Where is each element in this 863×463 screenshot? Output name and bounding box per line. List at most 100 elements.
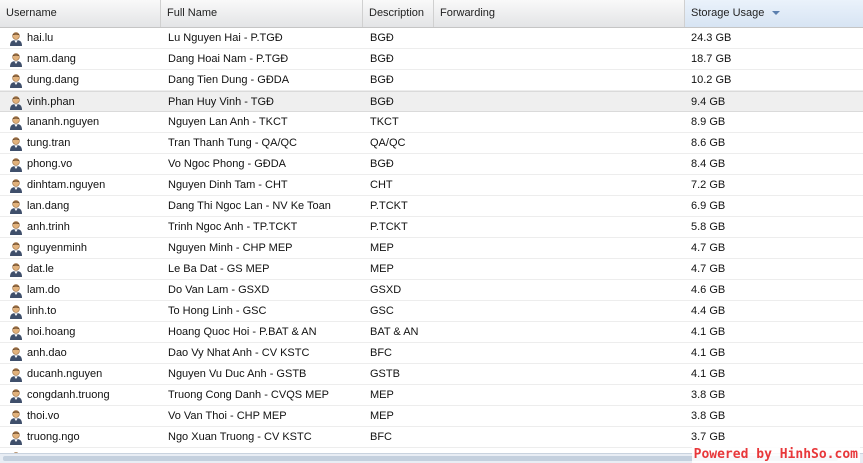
table-row[interactable]: vinh.phan Phan Huy Vinh - TGĐ BGĐ 9.4 GB: [0, 91, 863, 112]
column-header-username[interactable]: Username: [0, 0, 161, 27]
cell-username: nguyenminh: [27, 242, 87, 254]
user-account-icon: [9, 95, 23, 110]
user-account-icon: [9, 31, 23, 46]
cell-storage: 4.1 GB: [691, 326, 726, 338]
cell-description: P.TCKT: [370, 200, 408, 212]
table-row[interactable]: tung.tran Tran Thanh Tung - QA/QC QA/QC 8.6…: [0, 133, 863, 154]
cell-storage: 4.1 GB: [691, 347, 726, 359]
table-row[interactable]: thoi.vo Vo Van Thoi - CHP MEP MEP 3.8 GB: [0, 406, 863, 427]
table-row[interactable]: hoi.hoang Hoang Quoc Hoi - P.BAT & AN BAT …: [0, 322, 863, 343]
sort-descending-icon[interactable]: [772, 11, 781, 16]
cell-storage: 3.8 GB: [691, 410, 726, 422]
column-header-full-name-label: Full Name: [167, 7, 218, 19]
grid-header: Username Full Name Description Forwardin…: [0, 0, 863, 28]
table-row[interactable]: phong.vo Vo Ngoc Phong - GĐDA BGĐ 8.4 GB: [0, 154, 863, 175]
user-account-icon: [9, 115, 23, 130]
table-row[interactable]: anh.trinh Trinh Ngoc Anh - TP.TCKT P.TCKT 5…: [0, 217, 863, 238]
cell-storage: 3.8 GB: [691, 389, 726, 401]
cell-username: dinhtam.nguyen: [27, 179, 106, 191]
user-account-icon: [9, 241, 23, 256]
cell-username: lan.dang: [27, 200, 70, 212]
cell-username: tung.tran: [27, 137, 71, 149]
cell-description: MEP: [370, 410, 394, 422]
cell-storage: 8.4 GB: [691, 158, 726, 170]
cell-full-name: Nguyen Lan Anh - TKCT: [168, 116, 288, 128]
table-row[interactable]: lananh.nguyen Nguyen Lan Anh - TKCT TKCT 8.…: [0, 112, 863, 133]
cell-full-name: Dang Tien Dung - GĐDA: [168, 74, 290, 86]
table-row[interactable]: linh.to To Hong Linh - GSC GSC 4.4 GB: [0, 301, 863, 322]
user-account-icon: [9, 157, 23, 172]
column-header-forwarding[interactable]: Forwarding: [434, 0, 685, 27]
column-header-storage-usage-label: Storage Usage: [691, 7, 765, 19]
cell-storage: 4.4 GB: [691, 305, 726, 317]
cell-full-name: Ngo Xuan Truong - CV KSTC: [168, 431, 312, 443]
user-account-icon: [9, 325, 23, 340]
cell-full-name: Le Ba Dat - GS MEP: [168, 263, 270, 275]
table-row[interactable]: anh.dao Dao Vy Nhat Anh - CV KSTC BFC 4.1 G…: [0, 343, 863, 364]
cell-full-name: To Hong Linh - GSC: [168, 305, 267, 317]
column-header-storage-usage[interactable]: Storage Usage: [685, 0, 863, 27]
cell-full-name: Do Van Lam - GSXD: [168, 284, 270, 296]
table-row[interactable]: truong.ngo Ngo Xuan Truong - CV KSTC BFC 3.…: [0, 427, 863, 448]
user-account-icon: [9, 178, 23, 193]
user-account-icon: [9, 283, 23, 298]
cell-username: thoi.vo: [27, 410, 60, 422]
cell-description: P.TCKT: [370, 221, 408, 233]
cell-username: hai.lu: [27, 32, 54, 44]
cell-username: hoi.hoang: [27, 326, 76, 338]
table-row[interactable]: lam.do Do Van Lam - GSXD GSXD 4.6 GB: [0, 280, 863, 301]
cell-storage: 8.6 GB: [691, 137, 726, 149]
cell-username: linh.to: [27, 305, 57, 317]
cell-storage: 4.7 GB: [691, 263, 726, 275]
cell-storage: 3.7 GB: [691, 431, 726, 443]
cell-description: BFC: [370, 347, 392, 359]
cell-full-name: Truong Cong Danh - CVQS MEP: [168, 389, 329, 401]
cell-username: truong.ngo: [27, 431, 80, 443]
cell-full-name: Vo Van Thoi - CHP MEP: [168, 410, 287, 422]
column-header-full-name[interactable]: Full Name: [161, 0, 363, 27]
cell-full-name: Phan Huy Vinh - TGĐ: [168, 96, 274, 108]
cell-full-name: Hoang Quoc Hoi - P.BAT & AN: [168, 326, 317, 338]
user-account-icon: [9, 199, 23, 214]
cell-description: MEP: [370, 263, 394, 275]
user-account-icon: [9, 388, 23, 403]
table-row[interactable]: dinhtam.nguyen Nguyen Dinh Tam - CHT CHT 7.…: [0, 175, 863, 196]
cell-full-name: Vo Ngoc Phong - GĐDA: [168, 158, 287, 170]
table-row[interactable]: dung.dang Dang Tien Dung - GĐDA BGĐ 10.2 GB: [0, 70, 863, 91]
cell-storage: 24.3 GB: [691, 32, 732, 44]
cell-username: congdanh.truong: [27, 389, 110, 401]
cell-description: BGĐ: [370, 74, 394, 86]
cell-storage: 4.1 GB: [691, 368, 726, 380]
cell-description: MEP: [370, 242, 394, 254]
user-account-icon: [9, 367, 23, 382]
cell-full-name: Nguyen Minh - CHP MEP: [168, 242, 293, 254]
cell-username: nam.dang: [27, 53, 76, 65]
column-header-description[interactable]: Description: [363, 0, 434, 27]
cell-storage: 8.9 GB: [691, 116, 726, 128]
table-row[interactable]: congdanh.truong Truong Cong Danh - CVQS M…: [0, 385, 863, 406]
cell-full-name: Trinh Ngoc Anh - TP.TCKT: [168, 221, 298, 233]
cell-storage: 9.4 GB: [691, 96, 726, 108]
cell-description: GSC: [370, 305, 394, 317]
table-row[interactable]: nguyenminh Nguyen Minh - CHP MEP MEP 4.7 GB: [0, 238, 863, 259]
column-header-description-label: Description: [369, 7, 425, 19]
cell-description: GSXD: [370, 284, 402, 296]
table-row[interactable]: hai.lu Lu Nguyen Hai - P.TGĐ BGĐ 24.3 GB: [0, 28, 863, 49]
cell-storage: 5.8 GB: [691, 221, 726, 233]
table-row[interactable]: dat.le Le Ba Dat - GS MEP MEP 4.7 GB: [0, 259, 863, 280]
cell-username: lam.do: [27, 284, 61, 296]
cell-full-name: Nguyen Vu Duc Anh - GSTB: [168, 368, 307, 380]
column-header-username-label: Username: [6, 7, 57, 19]
cell-storage: 7.2 GB: [691, 179, 726, 191]
cell-username: vinh.phan: [27, 96, 75, 108]
table-row[interactable]: nam.dang Dang Hoai Nam - P.TGĐ BGĐ 18.7 GB: [0, 49, 863, 70]
cell-full-name: Dang Hoai Nam - P.TGĐ: [168, 53, 289, 65]
cell-username: dung.dang: [27, 74, 79, 86]
cell-storage: 18.7 GB: [691, 53, 732, 65]
table-row[interactable]: ducanh.nguyen Nguyen Vu Duc Anh - GSTB GST…: [0, 364, 863, 385]
cell-full-name: Tran Thanh Tung - QA/QC: [168, 137, 298, 149]
cell-description: GSTB: [370, 368, 400, 380]
cell-username: ducanh.nguyen: [27, 368, 103, 380]
user-account-icon: [9, 136, 23, 151]
table-row[interactable]: lan.dang Dang Thi Ngoc Lan - NV Ke Toan P.…: [0, 196, 863, 217]
